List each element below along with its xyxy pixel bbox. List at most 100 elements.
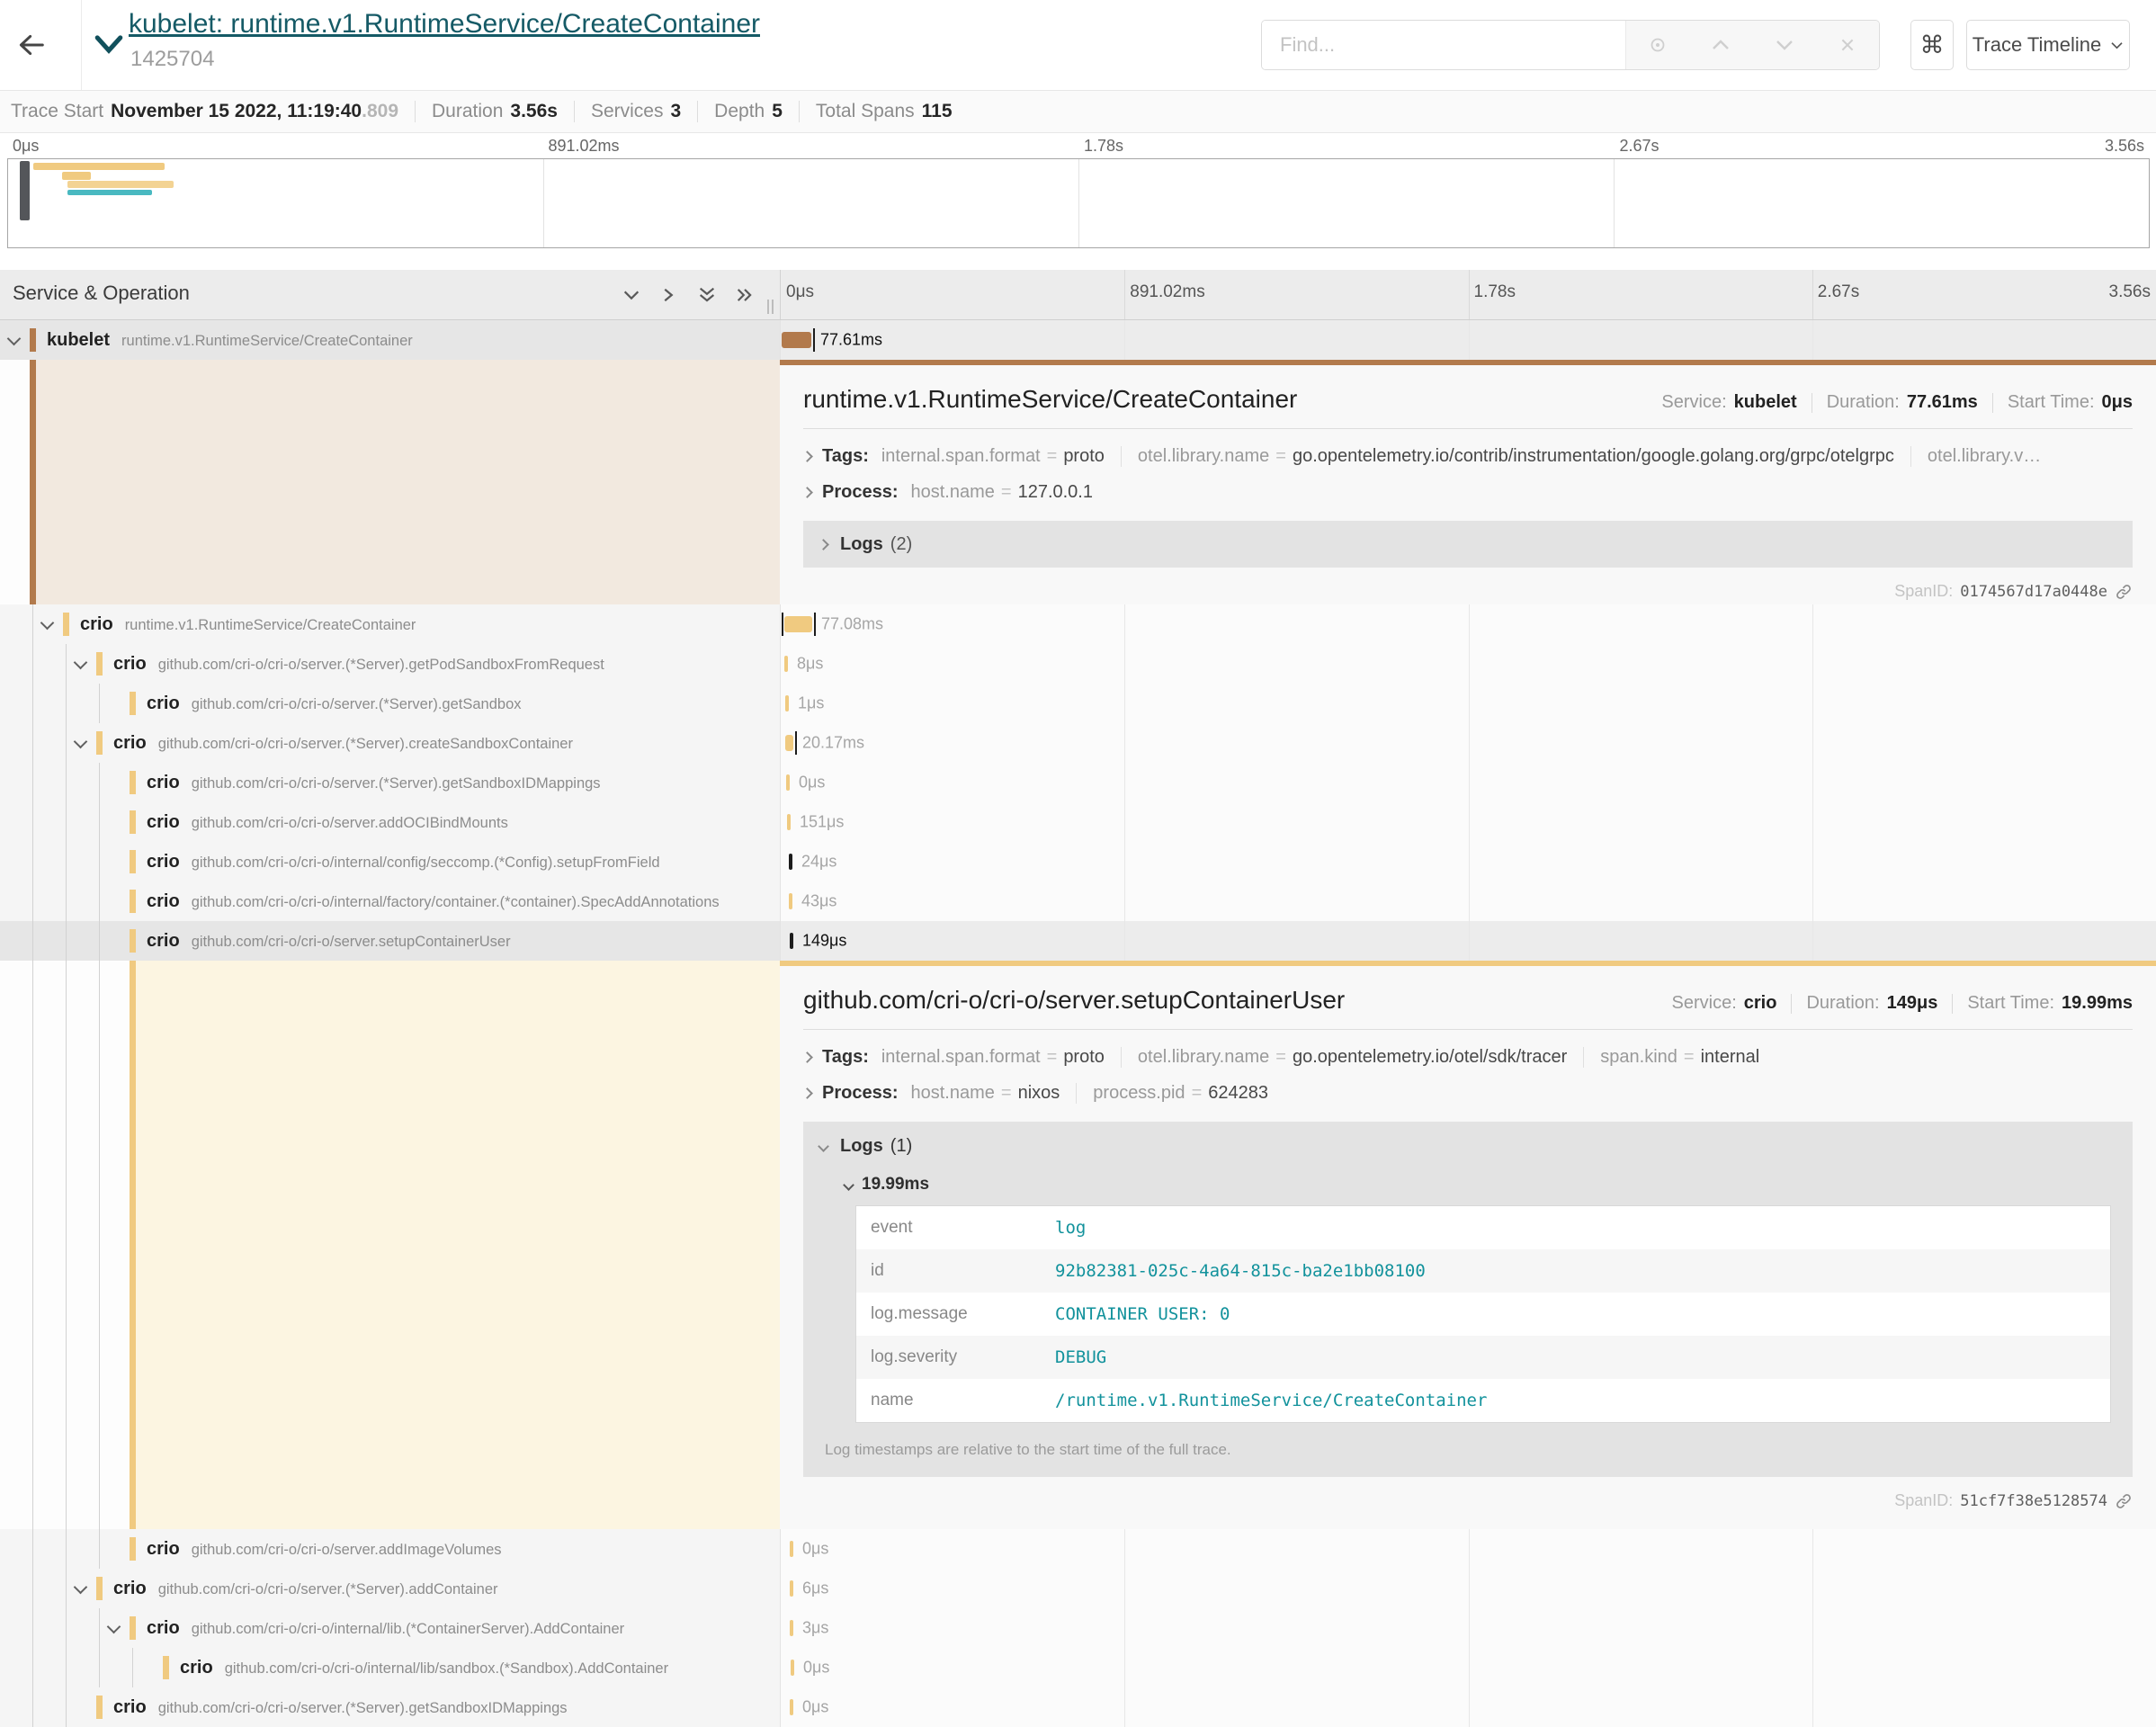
span-timeline-cell[interactable]: 8μs — [780, 644, 2156, 684]
span-name-cell[interactable]: criogithub.com/cri-o/cri-o/server.(*Serv… — [0, 1569, 780, 1608]
find-input[interactable] — [1262, 21, 1625, 69]
detail-span-meta: Service:kubelet Duration:77.61ms Start T… — [1661, 392, 2133, 413]
span-name-cell[interactable]: criogithub.com/cri-o/cri-o/server.addOCI… — [0, 802, 780, 842]
link-icon[interactable] — [2115, 1492, 2133, 1510]
span-name-cell[interactable]: criogithub.com/cri-o/cri-o/server.(*Serv… — [0, 723, 780, 763]
span-timeline-cell[interactable]: 77.08ms — [780, 604, 2156, 644]
trace-minimap[interactable] — [7, 158, 2150, 248]
span-color-bar — [63, 613, 69, 636]
tick-label: 1.78s — [1084, 137, 1123, 156]
span-row-crio-8[interactable]: criogithub.com/cri-o/cri-o/internal/fact… — [0, 881, 2156, 921]
span-timeline-cell[interactable]: 43μs — [780, 881, 2156, 921]
span-timeline-cell[interactable]: 20.17ms — [780, 723, 2156, 763]
span-row-crio-11[interactable]: criogithub.com/cri-o/cri-o/server.(*Serv… — [0, 1569, 2156, 1608]
span-row-crio-6[interactable]: criogithub.com/cri-o/cri-o/server.addOCI… — [0, 802, 2156, 842]
span-timeline-cell[interactable]: 3μs — [780, 1608, 2156, 1648]
timeline-header: 0μs891.02ms1.78s2.67s3.56s — [780, 270, 2156, 319]
span-row-crio-4[interactable]: criogithub.com/cri-o/cri-o/server.(*Serv… — [0, 723, 2156, 763]
view-options-button[interactable]: Trace Timeline — [1966, 20, 2130, 70]
span-row-crio-14[interactable]: criogithub.com/cri-o/cri-o/server.(*Serv… — [0, 1687, 2156, 1727]
span-name-cell[interactable]: criogithub.com/cri-o/cri-o/internal/lib.… — [0, 1608, 780, 1648]
span-name-cell[interactable]: kubeletruntime.v1.RuntimeService/CreateC… — [0, 320, 780, 360]
keyboard-shortcuts-button[interactable]: ⌘ — [1910, 20, 1954, 70]
expand-one-button[interactable] — [659, 284, 681, 306]
trace-title-expander[interactable] — [94, 29, 130, 59]
span-color-bar — [96, 1577, 103, 1600]
log-field-row: name/runtime.v1.RuntimeService/CreateCon… — [856, 1379, 2110, 1422]
locate-icon[interactable] — [1633, 20, 1683, 70]
span-row-crio-7[interactable]: criogithub.com/cri-o/cri-o/internal/conf… — [0, 842, 2156, 881]
log-entry-header[interactable]: 19.99ms — [845, 1175, 2115, 1195]
command-icon: ⌘ — [1920, 31, 1945, 59]
span-timeline-cell[interactable]: 0μs — [780, 1648, 2156, 1687]
span-row-crio-2[interactable]: criogithub.com/cri-o/cri-o/server.(*Serv… — [0, 644, 2156, 684]
span-timeline-cell[interactable]: 6μs — [780, 1569, 2156, 1608]
span-name-cell[interactable]: criogithub.com/cri-o/cri-o/internal/fact… — [0, 881, 780, 921]
span-name-cell[interactable]: criogithub.com/cri-o/cri-o/internal/lib/… — [0, 1648, 780, 1687]
minimap-span-bar — [62, 172, 91, 180]
span-name-cell[interactable]: criogithub.com/cri-o/cri-o/server.(*Serv… — [0, 763, 780, 802]
find-prev-button[interactable] — [1695, 20, 1746, 70]
find-next-button[interactable] — [1759, 20, 1810, 70]
span-duration-label: 0μs — [802, 1698, 828, 1717]
span-name-cell[interactable]: criogithub.com/cri-o/cri-o/server.(*Serv… — [0, 684, 780, 723]
link-icon[interactable] — [2115, 583, 2133, 601]
span-duration-bar — [789, 854, 792, 870]
collapse-all-button[interactable] — [697, 284, 719, 306]
collapse-one-button[interactable] — [622, 284, 643, 306]
span-row-crio-12[interactable]: criogithub.com/cri-o/cri-o/internal/lib.… — [0, 1608, 2156, 1648]
span-timeline-cell[interactable]: 77.61ms — [780, 320, 2156, 360]
span-name-cell[interactable]: crioruntime.v1.RuntimeService/CreateCont… — [0, 604, 780, 644]
span-color-bar — [30, 328, 36, 352]
span-timeline-cell[interactable]: 0μs — [780, 763, 2156, 802]
span-name-cell[interactable]: criogithub.com/cri-o/cri-o/internal/conf… — [0, 842, 780, 881]
span-row-crio-13[interactable]: criogithub.com/cri-o/cri-o/internal/lib/… — [0, 1648, 2156, 1687]
logs-row[interactable]: Logs (2) — [803, 521, 2133, 568]
trace-title-link[interactable]: kubelet: runtime.v1.RuntimeService/Creat… — [129, 9, 760, 40]
minimap-scrubber-handle[interactable] — [20, 161, 30, 220]
tag-kv: otel.library.name=go.opentelemetry.io/ot… — [1121, 1047, 1583, 1068]
expand-all-button[interactable] — [735, 284, 756, 306]
span-name-cell[interactable]: criogithub.com/cri-o/cri-o/server.(*Serv… — [0, 644, 780, 684]
span-duration-label: 0μs — [803, 1659, 829, 1678]
span-color-bar — [96, 652, 103, 676]
span-timeline-cell[interactable]: 151μs — [780, 802, 2156, 842]
span-duration-label: 77.61ms — [820, 331, 882, 350]
chevron-up-icon — [1711, 38, 1731, 52]
span-timeline-cell[interactable]: 24μs — [780, 842, 2156, 881]
span-row-crio-9[interactable]: criogithub.com/cri-o/cri-o/server.setupC… — [0, 921, 2156, 961]
tick-label: 3.56s — [2105, 137, 2144, 156]
back-button[interactable] — [16, 23, 63, 67]
span-duration-label: 6μs — [802, 1579, 828, 1598]
span-timeline-cell[interactable]: 0μs — [780, 1529, 2156, 1569]
span-row-crio-1[interactable]: crioruntime.v1.RuntimeService/CreateCont… — [0, 604, 2156, 644]
span-timeline-cell[interactable]: 1μs — [780, 684, 2156, 723]
span-duration-bar — [789, 893, 792, 909]
span-row-kubelet-0[interactable]: kubeletruntime.v1.RuntimeService/CreateC… — [0, 320, 2156, 360]
span-timeline-cell[interactable]: 149μs — [780, 921, 2156, 961]
tag-kv: host.name=nixos — [911, 1083, 1077, 1104]
span-duration-bar — [790, 1580, 793, 1597]
top-bar: kubelet: runtime.v1.RuntimeService/Creat… — [0, 0, 2156, 90]
find-clear-icon[interactable] — [1822, 20, 1873, 70]
span-name-cell[interactable]: criogithub.com/cri-o/cri-o/server.addIma… — [0, 1529, 780, 1569]
span-duration-bar — [782, 332, 811, 348]
span-name-cell[interactable]: criogithub.com/cri-o/cri-o/server.setupC… — [0, 921, 780, 961]
span-row-crio-10[interactable]: criogithub.com/cri-o/cri-o/server.addIma… — [0, 1529, 2156, 1569]
span-duration-bar — [784, 656, 788, 672]
logs-panel: Logs (1) 19.99ms eventlogid92b82381-025c… — [803, 1122, 2133, 1477]
service-operation-title: Service & Operation — [13, 282, 190, 305]
process-row[interactable]: Process: host.name=127.0.0.1 — [803, 474, 2133, 510]
column-resize-grip[interactable] — [765, 300, 776, 314]
tags-row[interactable]: Tags: internal.span.format=protootel.lib… — [803, 1039, 2133, 1075]
span-timeline-cell[interactable]: 0μs — [780, 1687, 2156, 1727]
tag-kv: internal.span.format=proto — [881, 1047, 1121, 1068]
double-chevron-down-icon — [697, 286, 719, 304]
span-row-crio-5[interactable]: criogithub.com/cri-o/cri-o/server.(*Serv… — [0, 763, 2156, 802]
logs-row[interactable]: Logs (1) — [819, 1136, 2115, 1157]
span-row-crio-3[interactable]: criogithub.com/cri-o/cri-o/server.(*Serv… — [0, 684, 2156, 723]
span-duration-label: 0μs — [802, 1540, 828, 1559]
process-row[interactable]: Process: host.name=nixosprocess.pid=6242… — [803, 1075, 2133, 1111]
span-name-cell[interactable]: criogithub.com/cri-o/cri-o/server.(*Serv… — [0, 1687, 780, 1727]
tags-row[interactable]: Tags: internal.span.format=protootel.lib… — [803, 438, 2133, 474]
